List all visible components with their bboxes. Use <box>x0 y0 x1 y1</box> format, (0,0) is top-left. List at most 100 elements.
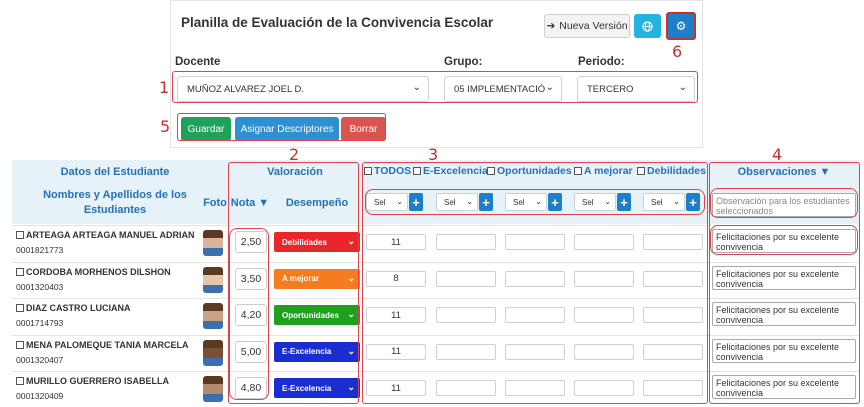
filter-oportunidades[interactable]: Oportunidades <box>487 165 572 177</box>
checkbox[interactable] <box>574 167 582 175</box>
descriptor-select-1[interactable]: Sel ⌄ <box>366 193 408 211</box>
descriptor-input-2[interactable] <box>436 380 496 396</box>
descriptor-input-1[interactable]: 11 <box>366 307 426 323</box>
filter-a-mejorar[interactable]: A mejorar <box>574 165 633 177</box>
descriptor-input-2[interactable] <box>436 307 496 323</box>
descriptor-input-4[interactable] <box>574 234 634 250</box>
annotation-5: 5 <box>160 117 171 136</box>
settings-button[interactable]: ⚙ <box>666 12 696 40</box>
chevron-down-icon: ⌄ <box>604 197 611 206</box>
desempeno-select[interactable]: A mejorar ⌄ <box>274 268 360 289</box>
periodo-select[interactable]: TERCERO ⌄ <box>577 76 695 102</box>
descriptor-input-3[interactable] <box>505 307 565 323</box>
chevron-down-icon: ⌄ <box>412 82 421 93</box>
observacion-textarea[interactable]: Felicitaciones por su excelente conviven… <box>712 229 856 253</box>
add-descriptor-button[interactable]: + <box>409 193 423 211</box>
descriptor-input-1[interactable]: 11 <box>366 380 426 396</box>
desempeno-select[interactable]: E-Excelencia ⌄ <box>274 341 360 362</box>
descriptor-input-2[interactable] <box>436 234 496 250</box>
descriptor-input-1[interactable]: 11 <box>366 234 426 250</box>
row-divider <box>12 261 860 263</box>
descriptor-input-2[interactable] <box>436 343 496 360</box>
descriptor-input-5[interactable] <box>643 380 703 396</box>
add-descriptor-button[interactable]: + <box>686 193 700 211</box>
globe-icon <box>642 20 653 32</box>
descriptor-input-5[interactable] <box>643 234 703 250</box>
descriptor-input-3[interactable] <box>505 343 565 360</box>
descriptor-input-5[interactable] <box>643 343 703 360</box>
periodo-label: Periodo: <box>578 56 625 68</box>
gear-icon: ⚙ <box>675 19 687 33</box>
descriptor-select-2[interactable]: Sel ⌄ <box>436 193 478 211</box>
checkbox[interactable] <box>637 167 645 175</box>
descriptor-input-5[interactable] <box>643 307 703 323</box>
asignar-descriptores-button[interactable]: Asignar Descriptores <box>235 117 339 141</box>
descriptor-input-1[interactable]: 11 <box>366 343 426 360</box>
descriptor-input-3[interactable] <box>505 234 565 250</box>
guardar-button[interactable]: Guardar <box>181 117 231 141</box>
student-photo <box>203 339 223 366</box>
filter-todos[interactable]: TODOS <box>364 165 411 177</box>
observacion-textarea[interactable]: Felicitaciones por su excelente conviven… <box>712 302 856 326</box>
student-name[interactable]: MURILLO GUERRERO ISABELLA <box>16 376 169 386</box>
student-name[interactable]: CORDOBA MORHENOS DILSHON <box>16 267 171 277</box>
borrar-button[interactable]: Borrar <box>341 117 386 141</box>
grupo-select[interactable]: 05 IMPLEMENTACIÓ ⌄ <box>444 76 562 102</box>
student-photo <box>203 376 223 402</box>
student-name[interactable]: DIAZ CASTRO LUCIANA <box>16 303 131 313</box>
observacion-textarea[interactable]: Felicitaciones por su excelente conviven… <box>712 338 856 363</box>
checkbox[interactable] <box>413 167 421 175</box>
descriptor-input-4[interactable] <box>574 380 634 396</box>
descriptor-select-3[interactable]: Sel ⌄ <box>505 193 547 211</box>
observacion-textarea[interactable]: Felicitaciones por su excelente conviven… <box>712 265 856 290</box>
checkbox[interactable] <box>487 167 495 175</box>
nota-input[interactable]: 2,50 <box>235 231 267 253</box>
checkbox[interactable] <box>364 167 372 175</box>
checkbox[interactable] <box>16 377 24 385</box>
student-name[interactable]: ARTEAGA ARTEAGA MANUEL ADRIAN <box>16 230 195 240</box>
descriptor-input-3[interactable] <box>505 380 565 396</box>
arrow-right-icon: ➔ <box>546 20 556 32</box>
descriptor-select-5[interactable]: Sel ⌄ <box>643 193 685 211</box>
chevron-down-icon: ⌄ <box>466 197 473 206</box>
nota-header[interactable]: Nota ▼ <box>230 197 270 209</box>
filter-e-excelencia[interactable]: E-Excelencia <box>413 165 488 177</box>
checkbox[interactable] <box>16 231 24 239</box>
periodo-value: TERCERO <box>587 83 634 95</box>
docente-select[interactable]: MUÑOZ ALVAREZ JOEL D. ⌄ <box>177 76 429 102</box>
descriptor-input-1[interactable]: 8 <box>366 270 426 287</box>
add-descriptor-button[interactable]: + <box>617 193 631 211</box>
chevron-down-icon: ⌄ <box>347 345 355 356</box>
checkbox[interactable] <box>16 267 24 276</box>
chevron-down-icon: ⌄ <box>535 197 542 206</box>
desempeno-select[interactable]: Oportunidades ⌄ <box>274 305 360 325</box>
descriptor-input-5[interactable] <box>643 270 703 287</box>
chevron-down-icon: ⌄ <box>347 272 355 283</box>
nombres-header: Nombres y Apellidos de los Estudiantes <box>43 189 187 216</box>
nota-input[interactable]: 4,80 <box>235 377 267 399</box>
add-descriptor-button[interactable]: + <box>479 193 493 211</box>
descriptor-select-4[interactable]: Sel ⌄ <box>574 193 616 211</box>
descriptor-input-4[interactable] <box>574 307 634 323</box>
add-descriptor-button[interactable]: + <box>548 193 562 211</box>
nota-input[interactable]: 5,00 <box>235 340 267 363</box>
filter-debilidades[interactable]: Debilidades <box>637 165 706 177</box>
observacion-general-textarea[interactable]: Observación para los estudiantes selecci… <box>712 193 856 217</box>
desempeno-select[interactable]: Debilidades ⌄ <box>274 232 360 252</box>
checkbox[interactable] <box>16 304 24 312</box>
descriptor-input-4[interactable] <box>574 343 634 360</box>
chevron-down-icon: ⌄ <box>545 82 554 93</box>
student-name[interactable]: MENA PALOMEQUE TANIA MARCELA <box>16 340 189 350</box>
globe-button[interactable] <box>634 14 661 38</box>
nota-input[interactable]: 3,50 <box>235 267 267 290</box>
descriptor-input-3[interactable] <box>505 270 565 287</box>
checkbox[interactable] <box>16 340 24 349</box>
desempeno-select[interactable]: E-Excelencia ⌄ <box>274 378 360 398</box>
nueva-version-button[interactable]: ➔ Nueva Versión <box>544 14 630 38</box>
descriptor-input-4[interactable] <box>574 270 634 287</box>
chevron-down-icon: ⌄ <box>673 197 680 206</box>
descriptor-input-2[interactable] <box>436 270 496 287</box>
observacion-textarea[interactable]: Felicitaciones por su excelente conviven… <box>712 375 856 399</box>
nota-input[interactable]: 4,20 <box>235 304 267 326</box>
observaciones-header[interactable]: Observaciones ▼ <box>712 166 856 178</box>
